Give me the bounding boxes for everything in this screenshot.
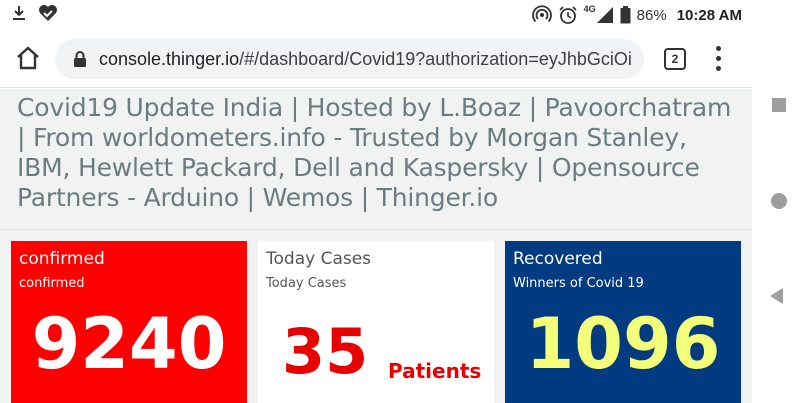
download-icon — [13, 6, 25, 20]
signal-icon — [596, 7, 613, 23]
divider — [0, 229, 752, 230]
url-text: console.thinger.io/#/dashboard/Covid19?a… — [99, 49, 632, 70]
screen: 4G 86% 10:28 AM console.thinger.io/#/das… — [0, 0, 752, 403]
widget-confirmed: confirmed confirmed 9240 — [11, 241, 247, 403]
widget-title: Today Cases — [266, 249, 372, 269]
widget-title: confirmed — [19, 249, 105, 269]
status-right: 4G 86% 10:28 AM — [531, 4, 742, 26]
phone-frame: 4G 86% 10:28 AM console.thinger.io/#/das… — [0, 0, 806, 403]
browser-toolbar: console.thinger.io/#/dashboard/Covid19?a… — [0, 30, 752, 88]
widget-value: 9240 — [31, 303, 227, 385]
widget-value: 35 — [282, 315, 369, 388]
tabs-icon[interactable]: 2 — [664, 48, 686, 70]
hotspot-icon — [531, 5, 552, 23]
widget-subtitle: confirmed — [19, 276, 85, 291]
status-left — [10, 4, 58, 22]
widget-subtitle: Today Cases — [266, 276, 347, 291]
widget-recovered: Recovered Winners of Covid 19 1096 — [505, 241, 741, 403]
status-bar: 4G 86% 10:28 AM — [0, 0, 752, 30]
alarm-icon — [559, 6, 577, 24]
widget-subtitle: Winners of Covid 19 — [513, 276, 644, 291]
address-bar[interactable]: console.thinger.io/#/dashboard/Covid19?a… — [55, 39, 644, 79]
lock-icon — [74, 51, 86, 67]
back-icon[interactable] — [770, 288, 783, 304]
url-path: /#/dashboard/Covid19?authorization=eyJhb… — [239, 49, 632, 69]
more-vert-icon[interactable] — [712, 46, 724, 72]
widget-title: Recovered — [513, 249, 603, 269]
heart-check-icon — [39, 5, 57, 21]
battery-percent: 86% — [636, 6, 667, 24]
system-nav-bar — [752, 0, 806, 403]
recents-icon[interactable] — [772, 98, 786, 112]
dashboard: Covid19 Update India | Hosted by L.Boaz … — [0, 89, 752, 403]
network-type: 4G — [583, 4, 596, 14]
widget-unit: Patients — [388, 359, 482, 383]
dashboard-title: Covid19 Update India | Hosted by L.Boaz … — [17, 93, 732, 212]
widget-value: 1096 — [525, 303, 721, 385]
widget-today-cases: Today Cases Today Cases 35 Patients — [258, 241, 494, 403]
url-domain: console.thinger.io — [99, 49, 240, 69]
clock: 10:28 AM — [676, 6, 742, 24]
home-circle-icon[interactable] — [771, 193, 787, 209]
home-icon[interactable] — [14, 44, 42, 72]
battery-icon — [620, 6, 631, 24]
